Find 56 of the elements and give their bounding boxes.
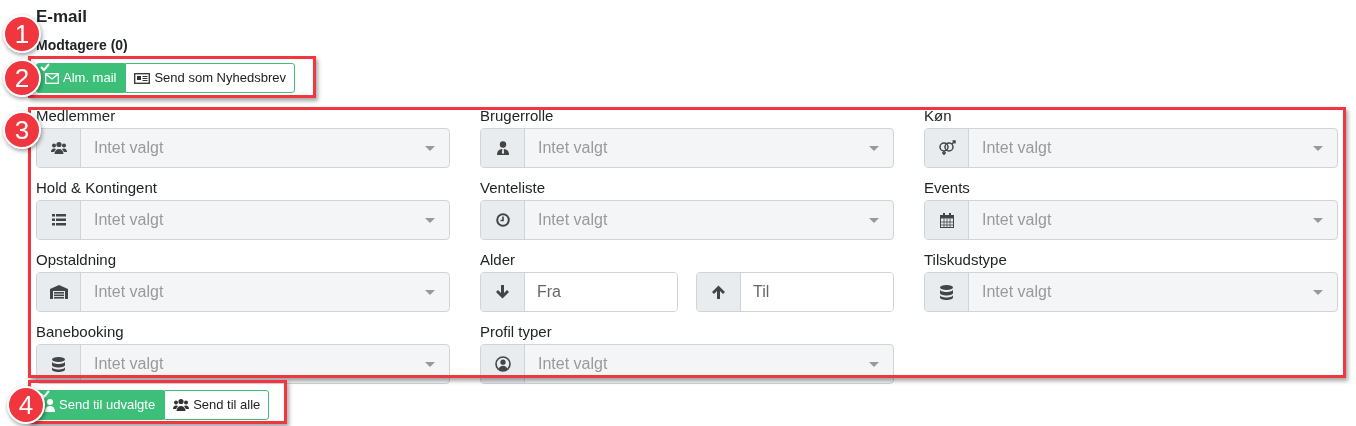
field-label: Opstaldning (36, 251, 117, 269)
user-icon (45, 398, 55, 412)
mail-type-button[interactable]: Send som Nyhedsbrev (125, 63, 295, 93)
callout-number: 2 (3, 59, 41, 97)
section-title: E-mail (36, 6, 89, 28)
select-field[interactable]: Intet valgt (36, 200, 450, 240)
select-field[interactable]: Intet valgt (36, 272, 450, 312)
number-field[interactable]: Til (696, 272, 894, 312)
select-field[interactable]: Intet valgt (924, 200, 1338, 240)
select-field[interactable]: Intet valgt (480, 200, 894, 240)
envelope-icon (45, 72, 59, 84)
field-label: Tilskudstype (924, 251, 1007, 269)
caret-icon (425, 146, 435, 152)
warehouse-icon (49, 285, 68, 299)
select-field[interactable]: Intet valgt (480, 128, 894, 168)
clock-icon (495, 213, 510, 227)
select-field[interactable]: Intet valgt (36, 128, 450, 168)
field-label: Profil typer (480, 323, 552, 341)
field-label: Events (924, 179, 970, 197)
database-icon (52, 356, 65, 372)
calendar-icon (939, 212, 954, 228)
gender-icon (937, 140, 956, 156)
caret-icon (425, 290, 435, 296)
arrow-up-icon (712, 285, 725, 299)
users-icon (50, 141, 67, 155)
arrow-down-icon (496, 285, 509, 299)
field-label: Venteliste (480, 179, 546, 197)
field-label: Alder (480, 251, 516, 269)
caret-icon (425, 362, 435, 368)
caret-icon (869, 362, 879, 368)
newspaper-icon (134, 72, 151, 84)
user-icon (496, 141, 509, 155)
field-label: Banebooking (36, 323, 124, 341)
caret-icon (1313, 290, 1323, 296)
callout-number: 4 (7, 386, 45, 424)
user-circle-icon (494, 356, 511, 372)
number-field[interactable]: Fra (480, 272, 678, 312)
field-label: Hold & Kontingent (36, 179, 157, 197)
caret-icon (1313, 146, 1323, 152)
send-button[interactable]: Send til udvalgte (36, 390, 165, 420)
field-label: Brugerrolle (480, 107, 554, 125)
field-label: Køn (924, 107, 952, 125)
select-field[interactable]: Intet valgt (924, 128, 1338, 168)
caret-icon (869, 218, 879, 224)
mail-type-button[interactable]: Alm. mail (36, 63, 126, 93)
caret-icon (869, 146, 879, 152)
database-icon (940, 284, 953, 300)
list-icon (51, 214, 66, 226)
check-icon (40, 63, 50, 71)
caret-icon (1313, 218, 1323, 224)
caret-icon (425, 218, 435, 224)
recipients-label: Modtagere (0) (36, 36, 128, 54)
users-icon (173, 398, 190, 412)
send-button[interactable]: Send til alle (164, 390, 270, 420)
select-field[interactable]: Intet valgt (480, 344, 894, 384)
select-field[interactable]: Intet valgt (924, 272, 1338, 312)
